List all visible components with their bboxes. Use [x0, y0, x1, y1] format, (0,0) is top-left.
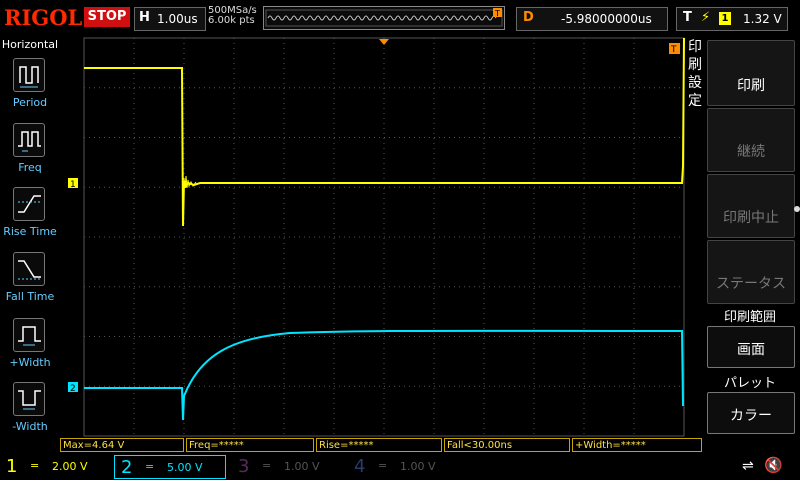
waveform-graticule: 1 2 T T: [68, 37, 698, 437]
measure-positive-width-button[interactable]: +Width: [0, 318, 60, 380]
ch1-status[interactable]: 1 = 2.00 V: [0, 455, 112, 479]
timebase-key: H: [139, 10, 150, 25]
measure-period-label: Period: [12, 96, 48, 109]
measure-negative-width-button[interactable]: -Width: [0, 382, 60, 444]
ch1-scale: 2.00 V: [52, 460, 88, 473]
ch3-number: 3: [238, 456, 250, 477]
ch1-offset-label: 1: [70, 180, 76, 190]
period-icon: [13, 58, 45, 92]
measure-positive-width-label: +Width: [9, 356, 51, 369]
measure-freq-button[interactable]: Freq: [0, 123, 60, 185]
ch3-status[interactable]: 3 = 1.00 V: [232, 455, 344, 479]
negative-width-icon: [13, 382, 45, 416]
ch2-scale: 5.00 V: [167, 461, 203, 474]
vertical-title-char: 設: [688, 75, 702, 91]
delay-key: D: [523, 10, 534, 25]
memory-depth: 6.00k pts: [208, 15, 255, 26]
continue-button[interactable]: 継続: [707, 108, 795, 172]
run-stop-indicator[interactable]: STOP: [84, 7, 130, 27]
print-button[interactable]: 印刷: [707, 40, 795, 106]
trigger-key: T: [683, 10, 692, 25]
brand-logo: RIGOL: [4, 5, 83, 30]
ch1-coupling: =: [30, 459, 40, 472]
stop-print-button-label: 印刷中止: [723, 210, 779, 226]
measure-negative-width-label: -Width: [12, 420, 48, 433]
measure-positive-width[interactable]: +Width=*****: [572, 438, 702, 452]
measure-fall[interactable]: Fall<30.00ns: [444, 438, 570, 452]
print-settings-vertical-title: 印 刷 設 定: [688, 38, 704, 110]
rise-time-icon: [13, 187, 45, 221]
ch2-coupling: =: [145, 460, 155, 473]
ch4-scale: 1.00 V: [400, 460, 436, 473]
status-button[interactable]: ステータス: [707, 240, 795, 304]
vertical-title-char: 刷: [688, 57, 702, 73]
delay-value: -5.98000000us: [561, 12, 652, 26]
measure-menu-title: Horizontal: [1, 38, 59, 51]
vertical-title-char: 定: [688, 93, 702, 109]
trigger-level: 1.32 V: [743, 12, 782, 26]
positive-width-icon: [13, 318, 45, 352]
timebase-box[interactable]: H 1.00us: [134, 7, 206, 31]
vertical-title-char: 印: [688, 39, 702, 55]
ch1-number: 1: [6, 456, 18, 477]
memory-overview: T: [263, 6, 505, 30]
waveform-display[interactable]: 1 2 T T: [60, 36, 698, 438]
measure-rise[interactable]: Rise=*****: [316, 438, 442, 452]
measure-rise-time-label: Rise Time: [3, 225, 57, 238]
measure-period-button[interactable]: Period: [0, 58, 60, 120]
trigger-box[interactable]: T ⚡ 1 1.32 V: [676, 7, 788, 31]
measure-rise-time-button[interactable]: Rise Time: [0, 187, 60, 249]
ch4-status[interactable]: 4 = 1.00 V: [348, 455, 460, 479]
trigger-time-label: T: [670, 45, 677, 55]
freq-icon: [13, 123, 45, 157]
ch2-offset-label: 2: [70, 384, 76, 394]
rising-edge-icon: ⚡: [701, 10, 711, 25]
ch2-number: 2: [121, 457, 133, 478]
fall-time-icon: [13, 252, 45, 286]
print-range-select[interactable]: 画面: [707, 326, 795, 368]
ch3-coupling: =: [262, 459, 272, 472]
usb-icon: ⇌: [742, 458, 754, 474]
speaker-mute-icon[interactable]: 🔇: [764, 456, 783, 474]
palette-value: カラー: [730, 408, 772, 424]
measure-fall-time-label: Fall Time: [5, 290, 55, 303]
ch4-coupling: =: [378, 459, 388, 472]
measure-fall-time-button[interactable]: Fall Time: [0, 252, 60, 314]
ch4-number: 4: [354, 456, 366, 477]
measure-freq[interactable]: Freq=*****: [186, 438, 314, 452]
memory-trigger-label: T: [494, 9, 500, 18]
print-button-label: 印刷: [737, 78, 765, 94]
print-range-header: 印刷範囲: [723, 310, 776, 325]
stop-print-button[interactable]: 印刷中止: [707, 174, 795, 238]
print-range-value: 画面: [737, 342, 765, 358]
menu-page-dot: [794, 206, 800, 212]
palette-select[interactable]: カラー: [707, 392, 795, 434]
timebase-value: 1.00us: [157, 12, 198, 26]
memory-waveform-preview: T: [265, 8, 503, 27]
ch3-scale: 1.00 V: [284, 460, 320, 473]
measure-max[interactable]: Max=4.64 V: [60, 438, 184, 452]
ch2-status[interactable]: 2 = 5.00 V: [114, 455, 226, 479]
trigger-source-badge: 1: [719, 12, 731, 25]
acquisition-info: 500MSa/s 6.00k pts: [208, 6, 257, 26]
continue-button-label: 継続: [737, 144, 765, 160]
delay-box[interactable]: D -5.98000000us: [516, 7, 668, 31]
measure-freq-label: Freq: [18, 161, 42, 174]
status-button-label: ステータス: [716, 276, 786, 292]
palette-header: パレット: [723, 376, 776, 391]
